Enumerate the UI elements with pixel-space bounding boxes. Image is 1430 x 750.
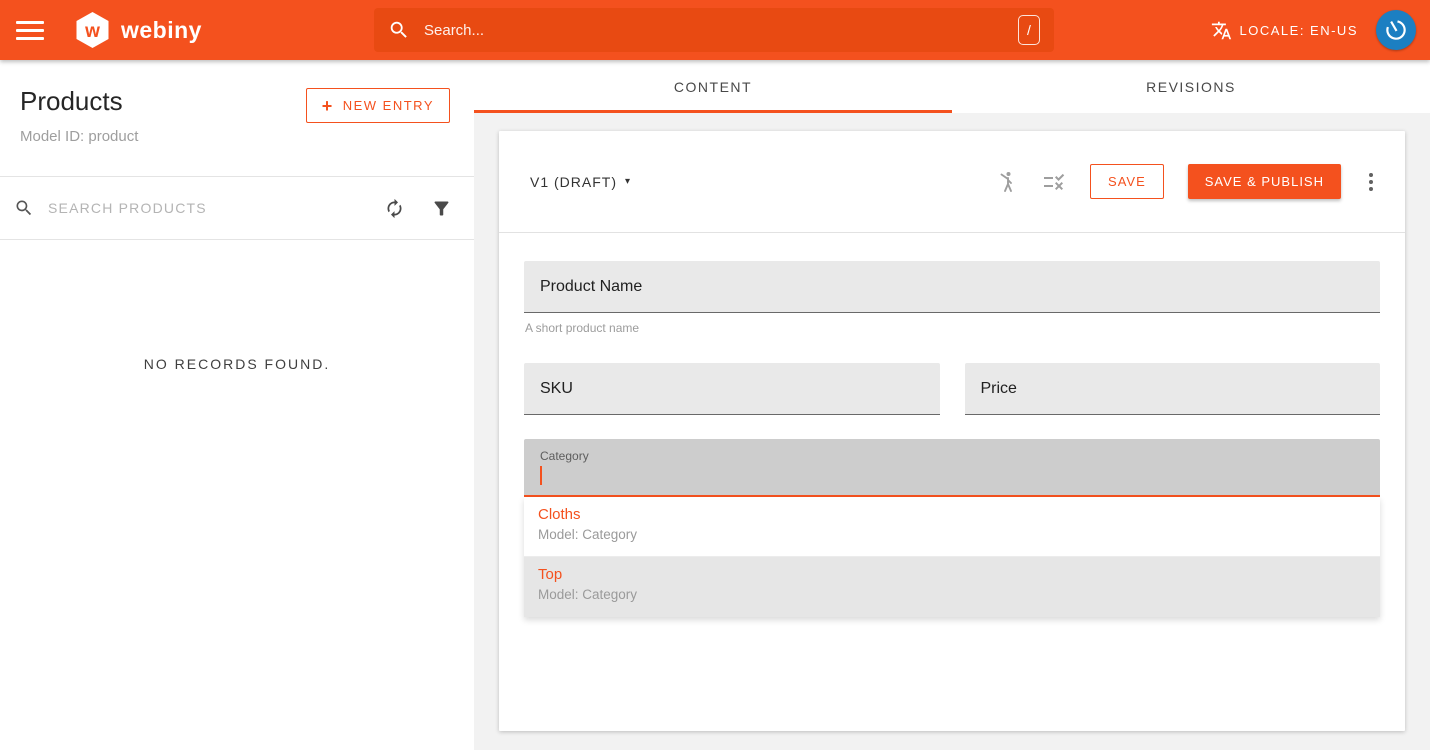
- search-products-input[interactable]: [48, 200, 384, 216]
- entry-editor: CONTENT REVISIONS V1 (DRAFT) ▾: [474, 60, 1430, 750]
- new-entry-label: NEW ENTRY: [343, 98, 434, 113]
- version-selector[interactable]: V1 (DRAFT) ▾: [530, 174, 631, 190]
- sku-field[interactable]: SKU: [524, 363, 940, 415]
- more-options-icon[interactable]: [1365, 169, 1377, 195]
- tab-revisions[interactable]: REVISIONS: [952, 60, 1430, 113]
- editor-scroll-area: V1 (DRAFT) ▾: [474, 113, 1430, 750]
- price-label: Price: [981, 380, 1017, 398]
- page-title: Products: [20, 86, 138, 117]
- webiny-logo-icon: w: [74, 11, 111, 49]
- model-id-label: Model ID: product: [20, 128, 138, 145]
- global-search-input[interactable]: [424, 22, 1018, 39]
- user-avatar[interactable]: [1376, 10, 1416, 50]
- search-icon: [388, 19, 410, 41]
- app-bar: w webiny / LOCALE: EN-US: [0, 0, 1430, 60]
- request-review-icon[interactable]: [994, 170, 1018, 194]
- records-search-bar: [0, 177, 474, 240]
- records-sidebar: Products Model ID: product + NEW ENTRY: [0, 60, 474, 750]
- product-name-helper: A short product name: [525, 321, 1380, 335]
- price-field[interactable]: Price: [965, 363, 1381, 415]
- filter-icon[interactable]: [431, 198, 452, 219]
- brand-wordmark: webiny: [121, 17, 202, 44]
- empty-state-message: NO RECORDS FOUND.: [0, 356, 474, 372]
- power-icon: [1378, 12, 1414, 48]
- category-dropdown: Cloths Model: Category Top Model: Catego…: [524, 497, 1380, 617]
- editor-tabs: CONTENT REVISIONS: [474, 60, 1430, 113]
- tab-content[interactable]: CONTENT: [474, 60, 952, 113]
- webiny-logo[interactable]: w webiny: [74, 11, 202, 49]
- category-field[interactable]: Category: [524, 439, 1380, 497]
- category-option-top[interactable]: Top Model: Category: [524, 557, 1380, 617]
- global-search[interactable]: /: [374, 8, 1054, 52]
- save-publish-button[interactable]: SAVE & PUBLISH: [1188, 164, 1341, 199]
- entry-form-card: V1 (DRAFT) ▾: [499, 131, 1405, 731]
- validation-icon[interactable]: [1042, 170, 1066, 194]
- product-name-label: Product Name: [540, 278, 642, 296]
- translate-icon: [1211, 20, 1232, 41]
- locale-selector[interactable]: LOCALE: EN-US: [1211, 20, 1358, 41]
- menu-icon[interactable]: [16, 17, 44, 43]
- chevron-down-icon: ▾: [625, 176, 631, 187]
- category-option-cloths[interactable]: Cloths Model: Category: [524, 497, 1380, 557]
- sku-label: SKU: [540, 380, 573, 398]
- product-name-field[interactable]: Product Name: [524, 261, 1380, 313]
- text-cursor: [540, 466, 542, 485]
- search-icon: [14, 198, 34, 218]
- plus-icon: +: [322, 97, 334, 115]
- save-button[interactable]: SAVE: [1090, 164, 1164, 199]
- search-shortcut-badge: /: [1018, 15, 1040, 45]
- refresh-icon[interactable]: [384, 198, 405, 219]
- category-label: Category: [540, 449, 589, 463]
- new-entry-button[interactable]: + NEW ENTRY: [306, 88, 450, 123]
- svg-text:w: w: [84, 21, 100, 42]
- version-label: V1 (DRAFT): [530, 174, 617, 190]
- locale-label: LOCALE: EN-US: [1240, 23, 1358, 38]
